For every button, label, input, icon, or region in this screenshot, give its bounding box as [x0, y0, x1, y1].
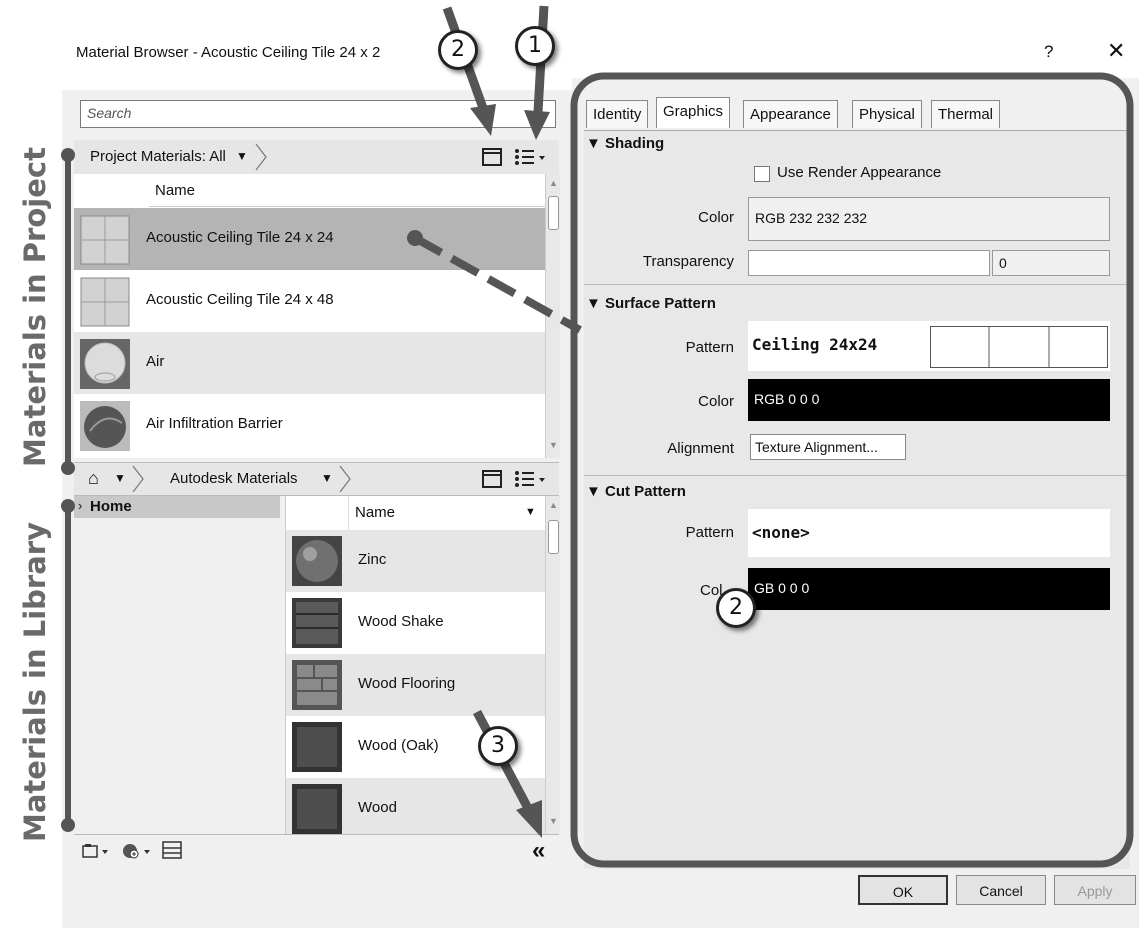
callout-3-badge: 3 [478, 726, 518, 766]
callout-2-badge: 2 [438, 30, 478, 70]
callout-1-badge: 1 [515, 26, 555, 66]
annotation-overlay [61, 5, 1134, 868]
callout-2-badge: 2 [716, 588, 756, 628]
